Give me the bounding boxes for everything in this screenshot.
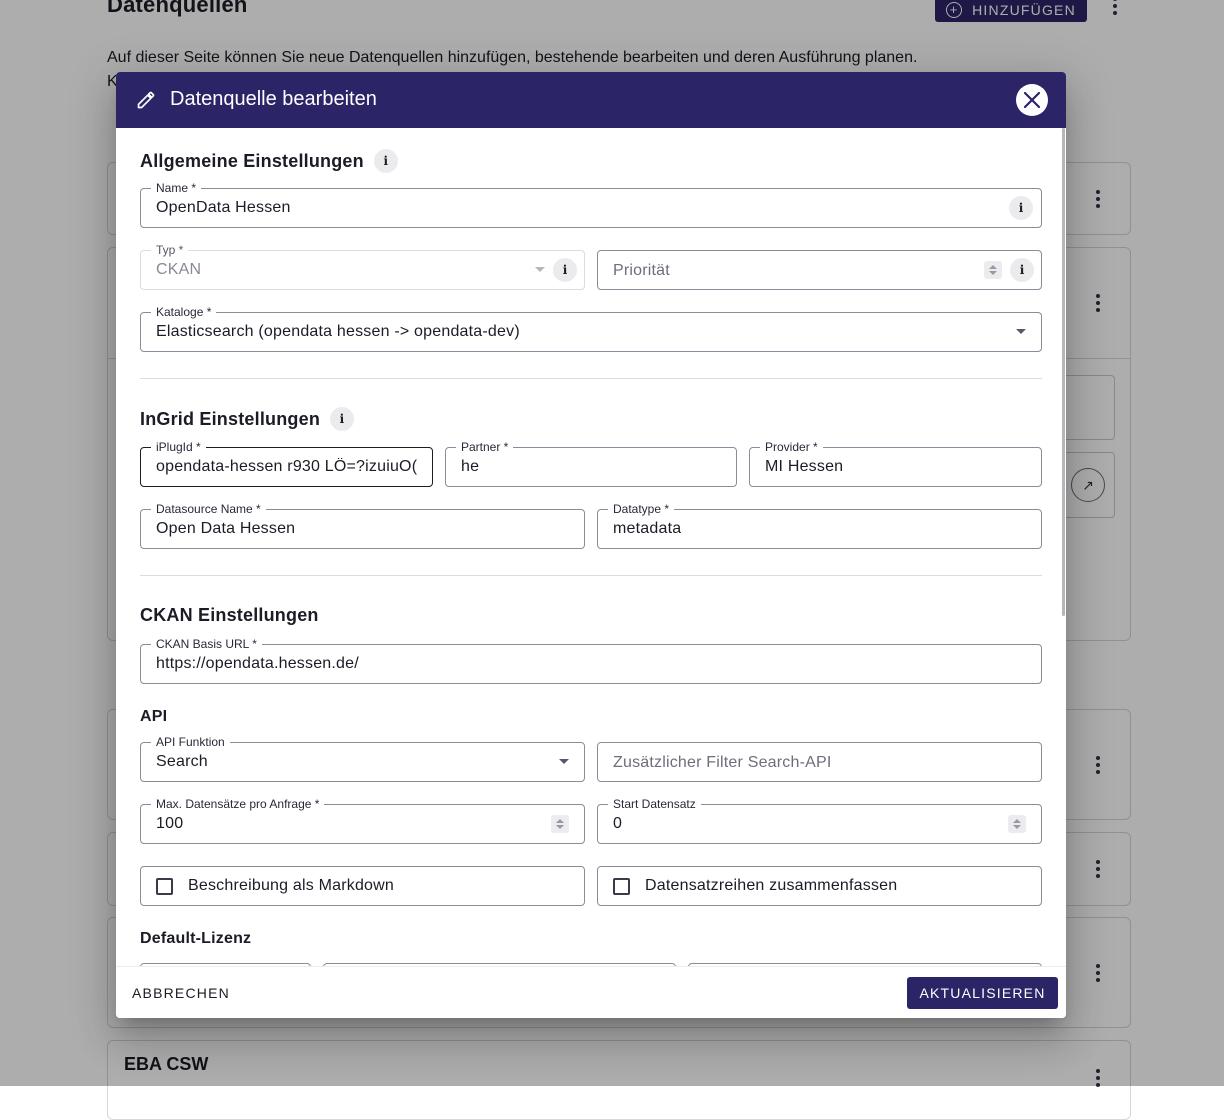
dialog-title: Datenquelle bearbeiten (170, 88, 377, 110)
datasource-name-field[interactable]: Datasource Name * Open Data Hessen (140, 501, 585, 549)
dialog-footer: ABBRECHEN AKTUALISIEREN (116, 966, 1066, 1018)
number-stepper-icon[interactable] (984, 261, 1002, 279)
datatype-value: metadata (613, 520, 682, 537)
datasource-name-label: Datasource Name * (151, 501, 266, 517)
api-function-select[interactable]: API Funktion Search (140, 734, 585, 782)
type-value: CKAN (156, 261, 202, 278)
pencil-icon (137, 91, 155, 109)
priority-placeholder: Priorität (613, 262, 670, 279)
markdown-checkbox-field[interactable]: Beschreibung als Markdown (140, 866, 585, 906)
chevron-down-icon (535, 267, 545, 272)
chevron-down-icon (559, 759, 569, 764)
partner-label: Partner * (456, 439, 514, 455)
merge-checkbox-field[interactable]: Datensatzreihen zusammenfassen (597, 866, 1042, 906)
info-icon[interactable]: i (1010, 258, 1034, 282)
markdown-checkbox-label: Beschreibung als Markdown (188, 877, 394, 894)
api-subtitle: API (140, 708, 168, 725)
dialog-header: Datenquelle bearbeiten (116, 72, 1066, 128)
catalogs-select[interactable]: Kataloge * Elasticsearch (opendata hesse… (140, 304, 1042, 352)
name-field[interactable]: Name * OpenData Hessen i (140, 180, 1042, 228)
number-stepper-icon[interactable] (551, 815, 569, 833)
number-stepper-icon[interactable] (1008, 815, 1026, 833)
chevron-down-icon (1016, 329, 1026, 334)
update-button[interactable]: AKTUALISIEREN (907, 977, 1058, 1009)
section-divider (140, 378, 1042, 379)
merge-checkbox[interactable] (613, 878, 630, 895)
datatype-field[interactable]: Datatype * metadata (597, 501, 1042, 549)
api-function-value: Search (156, 753, 208, 770)
max-records-field[interactable]: Max. Datensätze pro Anfrage * 100 (140, 796, 585, 844)
provider-label: Provider * (760, 439, 823, 455)
ckan-base-url-value: https://opendata.hessen.de/ (156, 655, 359, 672)
name-label: Name * (151, 180, 202, 196)
dialog-scrollbar[interactable] (1062, 128, 1065, 616)
edit-datasource-dialog: Datenquelle bearbeiten Allgemeine Einste… (116, 72, 1066, 1018)
info-icon[interactable]: i (330, 407, 355, 431)
name-value: OpenData Hessen (156, 199, 291, 216)
iplugid-value: opendata-hessen r930 LÖ=?izuiuO( (156, 458, 418, 475)
ckan-base-url-field[interactable]: CKAN Basis URL * https://opendata.hessen… (140, 636, 1042, 684)
start-record-field[interactable]: Start Datensatz 0 (597, 796, 1042, 844)
partner-field[interactable]: Partner * he (445, 439, 737, 487)
section-ingrid-title: InGrid Einstellungen i (140, 407, 355, 431)
section-ingrid-label: InGrid Einstellungen (140, 408, 321, 429)
provider-field[interactable]: Provider * MI Hessen (749, 439, 1042, 487)
default-license-subtitle: Default-Lizenz (140, 930, 252, 947)
datatype-label: Datatype * (608, 501, 675, 517)
info-icon[interactable]: i (553, 258, 577, 282)
section-ckan-title: CKAN Einstellungen (140, 605, 319, 626)
start-record-label: Start Datensatz (608, 796, 701, 812)
extra-filter-field[interactable]: Zusätzlicher Filter Search-API (597, 742, 1042, 782)
section-divider (140, 575, 1042, 576)
section-general-title: Allgemeine Einstellungen i (140, 149, 398, 173)
info-icon[interactable]: i (373, 149, 398, 173)
extra-filter-placeholder: Zusätzlicher Filter Search-API (613, 754, 832, 771)
dialog-body[interactable]: Allgemeine Einstellungen i Name * OpenDa… (116, 128, 1066, 966)
api-function-label: API Funktion (151, 734, 230, 750)
max-records-label: Max. Datensätze pro Anfrage * (151, 796, 325, 812)
max-records-value: 100 (156, 815, 184, 832)
close-button[interactable] (1016, 84, 1048, 116)
cancel-button[interactable]: ABBRECHEN (124, 977, 238, 1009)
info-icon[interactable]: i (1009, 196, 1033, 220)
ckan-base-url-label: CKAN Basis URL * (151, 636, 262, 652)
section-general-label: Allgemeine Einstellungen (140, 150, 364, 171)
priority-field[interactable]: Priorität i (597, 250, 1042, 290)
start-record-value: 0 (613, 815, 623, 832)
merge-checkbox-label: Datensatzreihen zusammenfassen (645, 877, 898, 894)
provider-value: MI Hessen (765, 458, 844, 475)
type-select[interactable]: Typ * CKAN i (140, 242, 585, 290)
catalogs-value: Elasticsearch (opendata hessen -> openda… (156, 323, 520, 340)
datasource-name-value: Open Data Hessen (156, 520, 296, 537)
markdown-checkbox[interactable] (156, 878, 173, 895)
iplugid-label: iPlugId * (151, 439, 206, 455)
iplugid-field[interactable]: iPlugId * opendata-hessen r930 LÖ=?izuiu… (140, 439, 433, 487)
close-icon (1023, 91, 1041, 109)
section-ckan-label: CKAN Einstellungen (140, 605, 319, 625)
partner-value: he (461, 458, 480, 475)
catalogs-label: Kataloge * (151, 304, 217, 320)
type-label: Typ * (151, 242, 189, 258)
